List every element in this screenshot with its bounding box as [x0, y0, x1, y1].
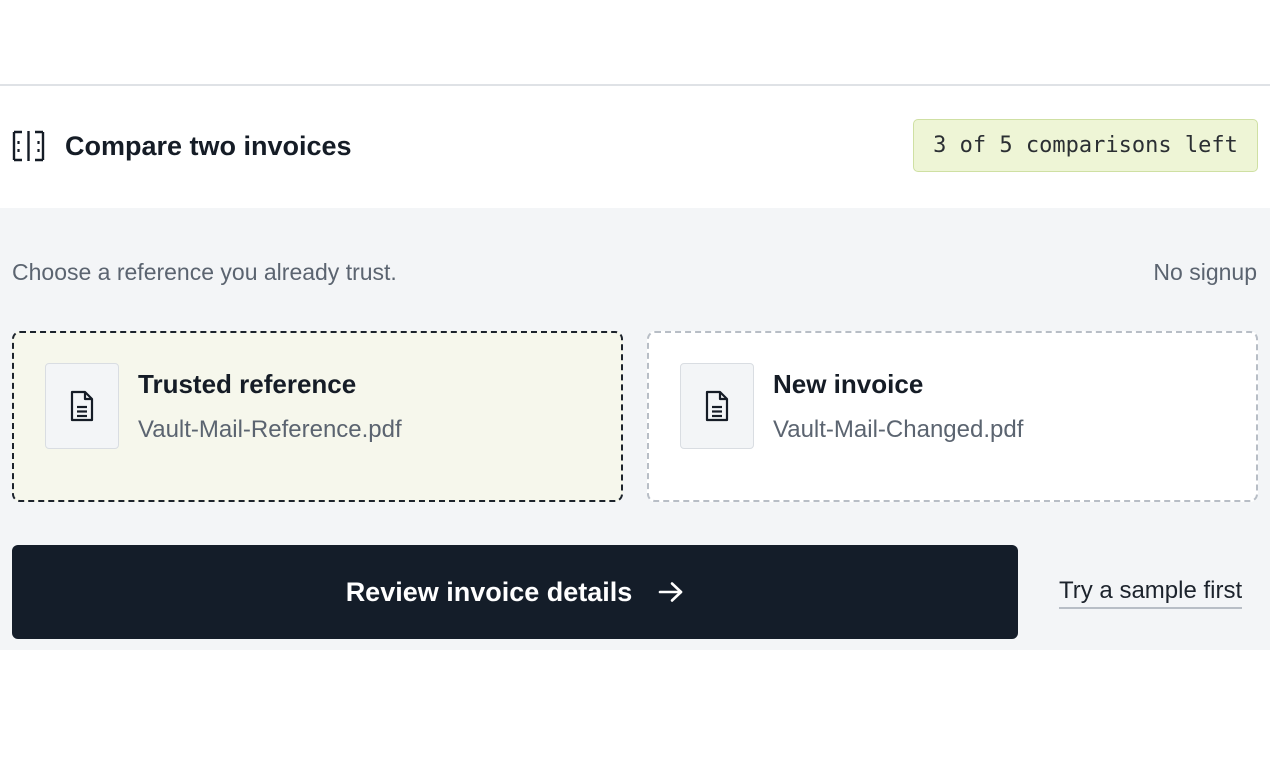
invoice-compare-page: Compare two invoices 3 of 5 comparisons …	[0, 0, 1270, 760]
card-label: Trusted reference	[138, 369, 357, 399]
card-file-name: Vault-Mail-Changed.pdf	[773, 416, 1024, 443]
try-sample-link[interactable]: Try a sample first	[1059, 575, 1243, 609]
trusted-reference-card[interactable]: Trusted reference Vault-Mail-Reference.p…	[12, 331, 623, 502]
new-invoice-card[interactable]: New invoice Vault-Mail-Changed.pdf	[647, 331, 1258, 502]
file-tile	[45, 363, 119, 449]
compare-columns-icon	[12, 130, 45, 162]
page-title: Compare two invoices	[65, 131, 352, 161]
card-label: New invoice	[773, 369, 924, 399]
document-icon	[70, 390, 94, 422]
reference-hint: Choose a reference you already trust.	[12, 259, 397, 285]
review-invoice-button[interactable]: Review invoice details	[12, 545, 1018, 639]
quota-badge: 3 of 5 comparisons left	[913, 119, 1258, 172]
no-signup-note: No signup	[1153, 259, 1257, 285]
card-file-name: Vault-Mail-Reference.pdf	[138, 416, 402, 443]
arrow-right-icon	[659, 582, 683, 602]
document-icon	[705, 390, 729, 422]
file-tile	[680, 363, 754, 449]
review-invoice-label: Review invoice details	[345, 576, 633, 607]
